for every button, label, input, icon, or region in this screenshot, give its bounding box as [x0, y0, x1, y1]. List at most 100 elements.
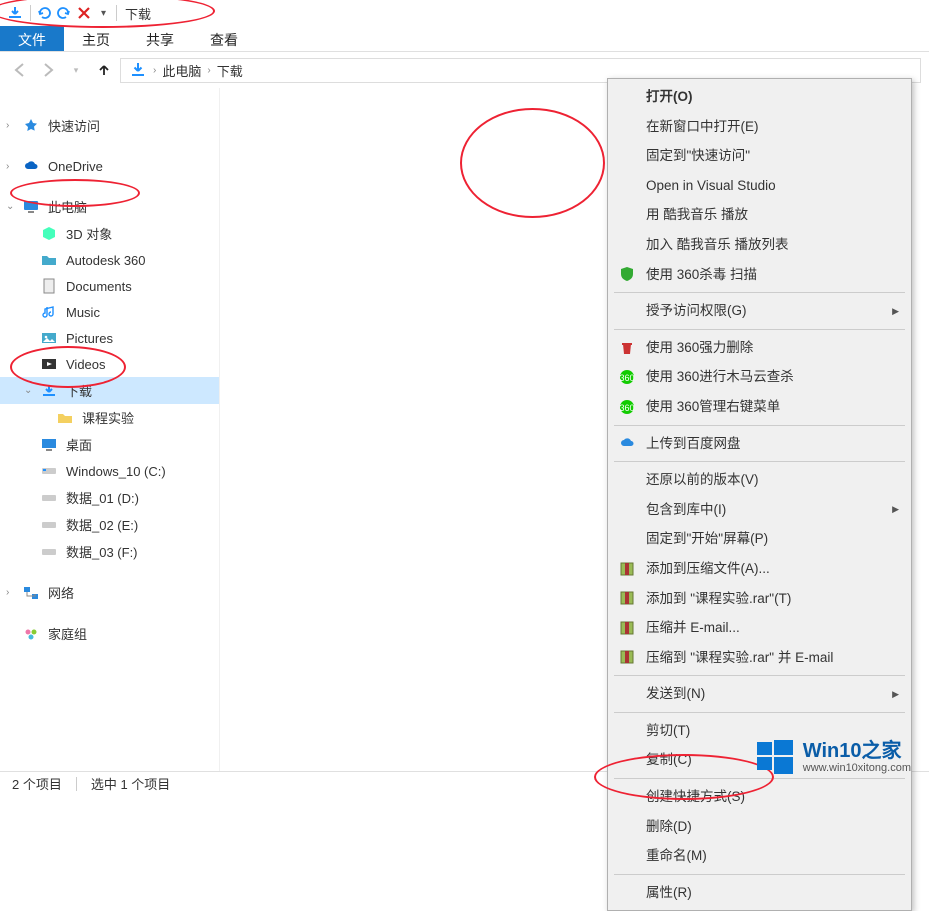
sidebar-quick-access[interactable]: › 快速访问	[0, 112, 219, 139]
label: Videos	[66, 357, 106, 372]
sidebar-item-pictures[interactable]: Pictures	[0, 325, 219, 351]
svg-text:360: 360	[619, 373, 634, 383]
360-icon: 360	[618, 368, 636, 386]
menu-open-new[interactable]: 在新窗口中打开(E)	[610, 112, 909, 142]
music-icon	[40, 303, 58, 321]
drive-icon	[40, 543, 58, 561]
archive-icon	[618, 648, 636, 666]
sidebar-item-desktop[interactable]: 桌面	[0, 431, 219, 458]
tab-view[interactable]: 查看	[192, 26, 256, 51]
network-icon	[22, 584, 40, 602]
label: 数据_01 (D:)	[66, 488, 139, 507]
back-button[interactable]	[8, 58, 32, 82]
label: 数据_03 (F:)	[66, 542, 138, 561]
forward-button[interactable]	[36, 58, 60, 82]
tab-share[interactable]: 共享	[128, 26, 192, 51]
status-count: 2 个项目	[12, 774, 62, 793]
menu-restore[interactable]: 还原以前的版本(V)	[610, 465, 909, 495]
sidebar-onedrive[interactable]: › OneDrive	[0, 153, 219, 179]
sidebar-item-downloads-child[interactable]: 课程实验	[0, 404, 219, 431]
sidebar-item-drive-d[interactable]: 数据_01 (D:)	[0, 484, 219, 511]
menu-rename[interactable]: 重命名(M)	[610, 841, 909, 871]
windows-logo-icon	[755, 737, 795, 777]
menu-pin-quick[interactable]: 固定到"快速访问"	[610, 141, 909, 171]
label: OneDrive	[48, 159, 103, 174]
breadcrumb-sep-icon: ›	[207, 65, 210, 76]
sidebar: › 快速访问 › OneDrive ⌄ 此电脑 3D 对象 Autodesk 3…	[0, 88, 220, 771]
sidebar-item-drive-c[interactable]: Windows_10 (C:)	[0, 458, 219, 484]
recent-dropdown-icon[interactable]: ▾	[64, 58, 88, 82]
up-button[interactable]	[92, 58, 116, 82]
menu-include-lib[interactable]: 包含到库中(I)	[610, 495, 909, 525]
collapse-icon[interactable]: ⌄	[6, 201, 14, 212]
delete-icon[interactable]	[75, 4, 93, 22]
drive-icon	[40, 462, 58, 480]
window-title: 下载	[125, 4, 151, 23]
doc-icon	[40, 277, 58, 295]
collapse-icon[interactable]: ⌄	[24, 385, 32, 396]
status-selected: 选中 1 个项目	[91, 774, 170, 793]
wm-url: www.win10xitong.com	[803, 762, 911, 774]
tab-file[interactable]: 文件	[0, 26, 64, 51]
sidebar-item-videos[interactable]: Videos	[0, 351, 219, 377]
label: Music	[66, 305, 100, 320]
sidebar-item-drive-e[interactable]: 数据_02 (E:)	[0, 511, 219, 538]
sidebar-item-music[interactable]: Music	[0, 299, 219, 325]
redo-icon[interactable]	[55, 4, 73, 22]
menu-kuwo-play[interactable]: 用 酷我音乐 播放	[610, 200, 909, 230]
menu-open[interactable]: 打开(O)	[610, 82, 909, 112]
sidebar-item-downloads[interactable]: ⌄ 下载	[0, 377, 219, 404]
label: Windows_10 (C:)	[66, 464, 166, 479]
breadcrumb-downloads[interactable]: 下载	[217, 61, 243, 80]
breadcrumb-pc[interactable]: 此电脑	[162, 61, 201, 80]
expand-icon[interactable]: ›	[6, 587, 9, 598]
menu-open-vs[interactable]: Open in Visual Studio	[610, 171, 909, 201]
label: Autodesk 360	[66, 253, 146, 268]
sidebar-item-documents[interactable]: Documents	[0, 273, 219, 299]
tab-home[interactable]: 主页	[64, 26, 128, 51]
watermark: Win10之家 www.win10xitong.com	[755, 737, 911, 777]
menu-360-force-del[interactable]: 使用 360强力删除	[610, 333, 909, 363]
menu-add-rar[interactable]: 添加到 "课程实验.rar"(T)	[610, 584, 909, 614]
menu-archive-rar-email[interactable]: 压缩到 "课程实验.rar" 并 E-mail	[610, 643, 909, 673]
sidebar-network[interactable]: › 网络	[0, 579, 219, 606]
picture-icon	[40, 329, 58, 347]
label: 3D 对象	[66, 224, 112, 243]
folder-icon	[40, 251, 58, 269]
homegroup-icon	[22, 625, 40, 643]
menu-360-manage[interactable]: 360使用 360管理右键菜单	[610, 392, 909, 422]
expand-icon[interactable]: ›	[6, 161, 9, 172]
menu-pin-start[interactable]: 固定到"开始"屏幕(P)	[610, 524, 909, 554]
qat-dropdown-icon[interactable]: ▾	[101, 8, 106, 19]
expand-icon[interactable]: ›	[6, 120, 9, 131]
menu-sendto[interactable]: 发送到(N)	[610, 679, 909, 709]
sidebar-item-autodesk[interactable]: Autodesk 360	[0, 247, 219, 273]
menu-grant-access[interactable]: 授予访问权限(G)	[610, 296, 909, 326]
label: Pictures	[66, 331, 113, 346]
archive-icon	[618, 560, 636, 578]
sidebar-item-3d[interactable]: 3D 对象	[0, 220, 219, 247]
trash-icon	[618, 339, 636, 357]
cube-icon	[40, 225, 58, 243]
menu-360-scan[interactable]: 使用 360杀毒 扫描	[610, 260, 909, 290]
shield-icon	[618, 265, 636, 283]
menu-archive-email[interactable]: 压缩并 E-mail...	[610, 613, 909, 643]
menu-shortcut[interactable]: 创建快捷方式(S)	[610, 782, 909, 812]
label: 桌面	[66, 435, 92, 454]
label: 网络	[48, 583, 74, 602]
menu-kuwo-add[interactable]: 加入 酷我音乐 播放列表	[610, 230, 909, 260]
menu-baidu-cloud[interactable]: 上传到百度网盘	[610, 429, 909, 459]
folder-icon	[56, 409, 74, 427]
undo-icon[interactable]	[35, 4, 53, 22]
menu-360-trojan[interactable]: 360使用 360进行木马云查杀	[610, 362, 909, 392]
downloads-icon	[6, 4, 24, 22]
sidebar-item-drive-f[interactable]: 数据_03 (F:)	[0, 538, 219, 565]
menu-delete[interactable]: 删除(D)	[610, 812, 909, 842]
sidebar-thispc[interactable]: ⌄ 此电脑	[0, 193, 219, 220]
breadcrumb-sep-icon: ›	[153, 65, 156, 76]
menu-add-archive[interactable]: 添加到压缩文件(A)...	[610, 554, 909, 584]
menu-props[interactable]: 属性(R)	[610, 878, 909, 908]
monitor-icon	[22, 198, 40, 216]
sidebar-homegroup[interactable]: 家庭组	[0, 620, 219, 647]
label: 下载	[66, 381, 92, 400]
